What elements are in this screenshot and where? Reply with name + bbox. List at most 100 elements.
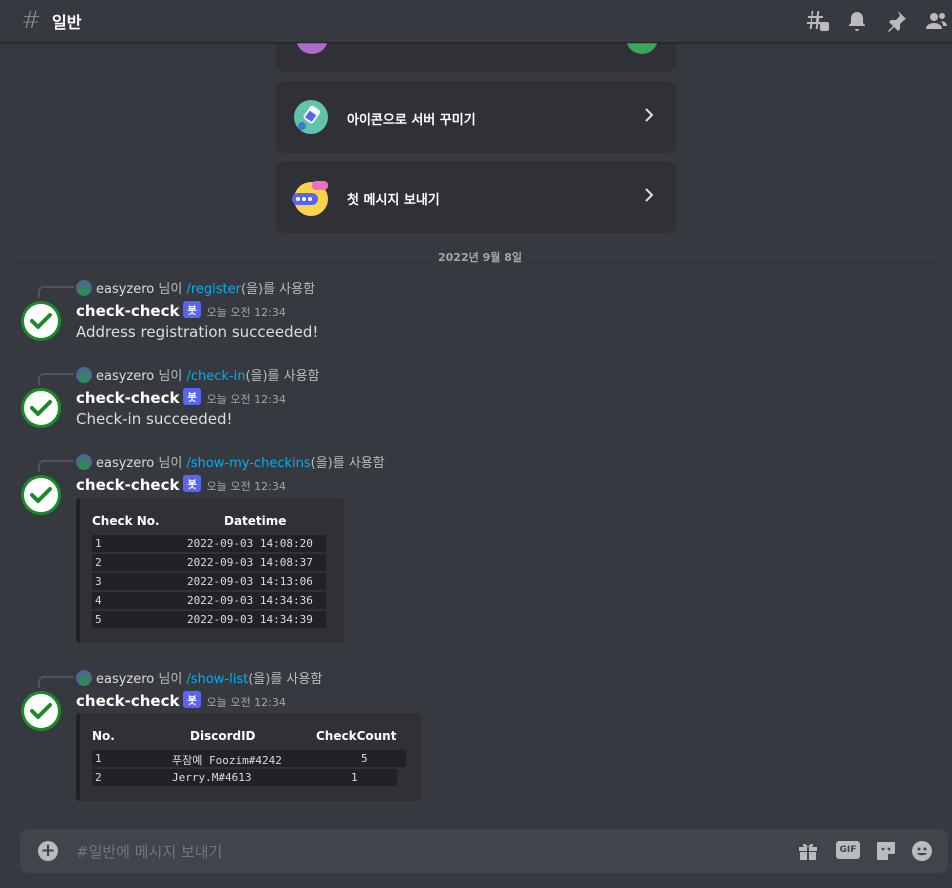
bot-badge: 봇	[183, 691, 201, 708]
cell-check-count: 5	[361, 752, 368, 765]
timestamp: 오늘 오전 12:34	[206, 393, 286, 406]
cell-datetime: 2022-09-03 14:08:37	[187, 556, 313, 569]
checkmark-icon	[30, 703, 52, 719]
chevron-right-icon	[645, 108, 654, 122]
threads-icon[interactable]	[806, 9, 830, 33]
cell-no: 1	[95, 752, 102, 765]
slash-command[interactable]: /check-in	[186, 369, 245, 384]
table-header-no: No.	[92, 729, 115, 743]
onboarding-card-first-message[interactable]: 첫 메시지 보내기	[276, 161, 676, 233]
cell-datetime: 2022-09-03 14:34:39	[187, 613, 313, 626]
reply-text: 님이	[154, 672, 187, 687]
table-row: 1 2022-09-03 14:08:20	[92, 535, 326, 552]
cell-discord-id: Jerry.M#4613	[172, 771, 252, 784]
author-line: check-check 봇 오늘 오전 12:34	[76, 301, 286, 320]
reply-connector	[38, 286, 74, 298]
avatar-mini-icon	[76, 670, 92, 686]
bot-avatar[interactable]	[21, 301, 61, 341]
reply-username[interactable]: easyzero	[96, 672, 154, 687]
checkmark-icon	[30, 487, 52, 503]
date-divider-label: 2022년 9월 8일	[432, 249, 528, 265]
cell-discord-id: 푸잠예 Foozim#4242	[172, 754, 282, 767]
reply-context[interactable]: easyzero 님이 /show-my-checkins(을)를 사용함	[76, 452, 385, 471]
members-icon[interactable]	[924, 9, 948, 33]
gif-icon[interactable]: GIF	[836, 841, 860, 859]
timestamp: 오늘 오전 12:34	[206, 306, 286, 319]
cell-no: 1	[95, 537, 102, 550]
table-header-check-count: CheckCount	[316, 729, 397, 743]
author-name[interactable]: check-check	[76, 692, 179, 710]
cell-no: 2	[95, 771, 102, 784]
onboarding-card-customize-icon[interactable]: 아이콘으로 서버 꾸미기	[276, 81, 676, 153]
channel-hash-icon: #	[21, 6, 42, 34]
author-line: check-check 봇 오늘 오전 12:34	[76, 388, 286, 407]
timestamp: 오늘 오전 12:34	[206, 480, 286, 493]
bot-badge: 봇	[183, 475, 201, 492]
cell-datetime: 2022-09-03 14:08:20	[187, 537, 313, 550]
gift-icon[interactable]	[796, 839, 820, 863]
message-content: Check-in succeeded!	[76, 410, 233, 428]
reply-text: 님이	[154, 456, 187, 471]
slash-command[interactable]: /register	[186, 282, 241, 297]
checkins-embed: Check No. Datetime 1 2022-09-03 14:08:20 …	[76, 498, 344, 643]
bot-avatar[interactable]	[21, 388, 61, 428]
author-name[interactable]: check-check	[76, 389, 179, 407]
reply-username[interactable]: easyzero	[96, 282, 154, 297]
reply-connector	[38, 373, 74, 385]
cell-check-count: 1	[351, 771, 358, 784]
message-composer[interactable]: + #일반에 메시지 보내기 GIF	[20, 829, 948, 873]
author-name[interactable]: check-check	[76, 476, 179, 494]
timestamp: 오늘 오전 12:34	[206, 696, 286, 709]
emoji-icon[interactable]	[910, 839, 934, 863]
reply-text: 님이	[154, 282, 187, 297]
reply-connector	[38, 676, 74, 688]
table-header-discord-id: DiscordID	[190, 729, 256, 743]
bell-icon[interactable]	[845, 9, 869, 33]
reply-context[interactable]: easyzero 님이 /show-list(을)를 사용함	[76, 668, 322, 687]
pin-icon[interactable]	[884, 9, 908, 33]
bot-avatar[interactable]	[21, 475, 61, 515]
reply-connector	[38, 460, 74, 472]
table-row: 2 2022-09-03 14:08:37	[92, 554, 326, 571]
reply-context[interactable]: easyzero 님이 /register(을)를 사용함	[76, 278, 315, 297]
bot-avatar[interactable]	[21, 691, 61, 731]
reply-username[interactable]: easyzero	[96, 369, 154, 384]
bot-badge: 봇	[183, 388, 201, 405]
reply-context[interactable]: easyzero 님이 /check-in(을)를 사용함	[76, 365, 320, 384]
channel-title: 일반	[52, 13, 82, 32]
card-label: 첫 메시지 보내기	[347, 193, 440, 208]
add-icon[interactable]: +	[38, 841, 58, 861]
list-embed: No. DiscordID CheckCount 1 푸잠예 Foozim#424…	[76, 713, 421, 801]
chevron-right-icon	[645, 188, 654, 202]
table-row: 4 2022-09-03 14:34:36	[92, 592, 326, 609]
avatar-mini-icon	[76, 280, 92, 296]
bot-badge: 봇	[183, 301, 201, 318]
cell-no: 4	[95, 594, 102, 607]
chat-bubble-icon	[292, 178, 330, 216]
table-header-datetime: Datetime	[224, 514, 287, 528]
reply-text-end: (을)를 사용함	[248, 672, 323, 687]
reply-text-end: (을)를 사용함	[245, 369, 320, 384]
author-line: check-check 봇 오늘 오전 12:34	[76, 691, 286, 710]
message-input[interactable]: #일반에 메시지 보내기	[76, 841, 222, 862]
reply-text-end: (을)를 사용함	[310, 456, 385, 471]
slash-command[interactable]: /show-list	[186, 672, 248, 687]
table-header-check-no: Check No.	[92, 514, 160, 528]
table-row: 2 Jerry.M#4613 1	[92, 769, 397, 786]
paintbrush-icon	[292, 98, 330, 136]
cell-no: 5	[95, 613, 102, 626]
avatar-mini-icon	[76, 367, 92, 383]
channel-header: # 일반	[0, 0, 952, 43]
message-content: Address registration succeeded!	[76, 323, 319, 341]
author-name[interactable]: check-check	[76, 302, 179, 320]
slash-command[interactable]: /show-my-checkins	[186, 456, 310, 471]
checkmark-icon	[30, 313, 52, 329]
author-line: check-check 봇 오늘 오전 12:34	[76, 475, 286, 494]
reply-text: 님이	[154, 369, 187, 384]
table-row: 3 2022-09-03 14:13:06	[92, 573, 326, 590]
table-row: 1 푸잠예 Foozim#4242 5	[92, 750, 406, 767]
checkmark-icon	[30, 400, 52, 416]
sticker-icon[interactable]	[874, 839, 898, 863]
reply-text-end: (을)를 사용함	[240, 282, 316, 297]
reply-username[interactable]: easyzero	[96, 456, 154, 471]
